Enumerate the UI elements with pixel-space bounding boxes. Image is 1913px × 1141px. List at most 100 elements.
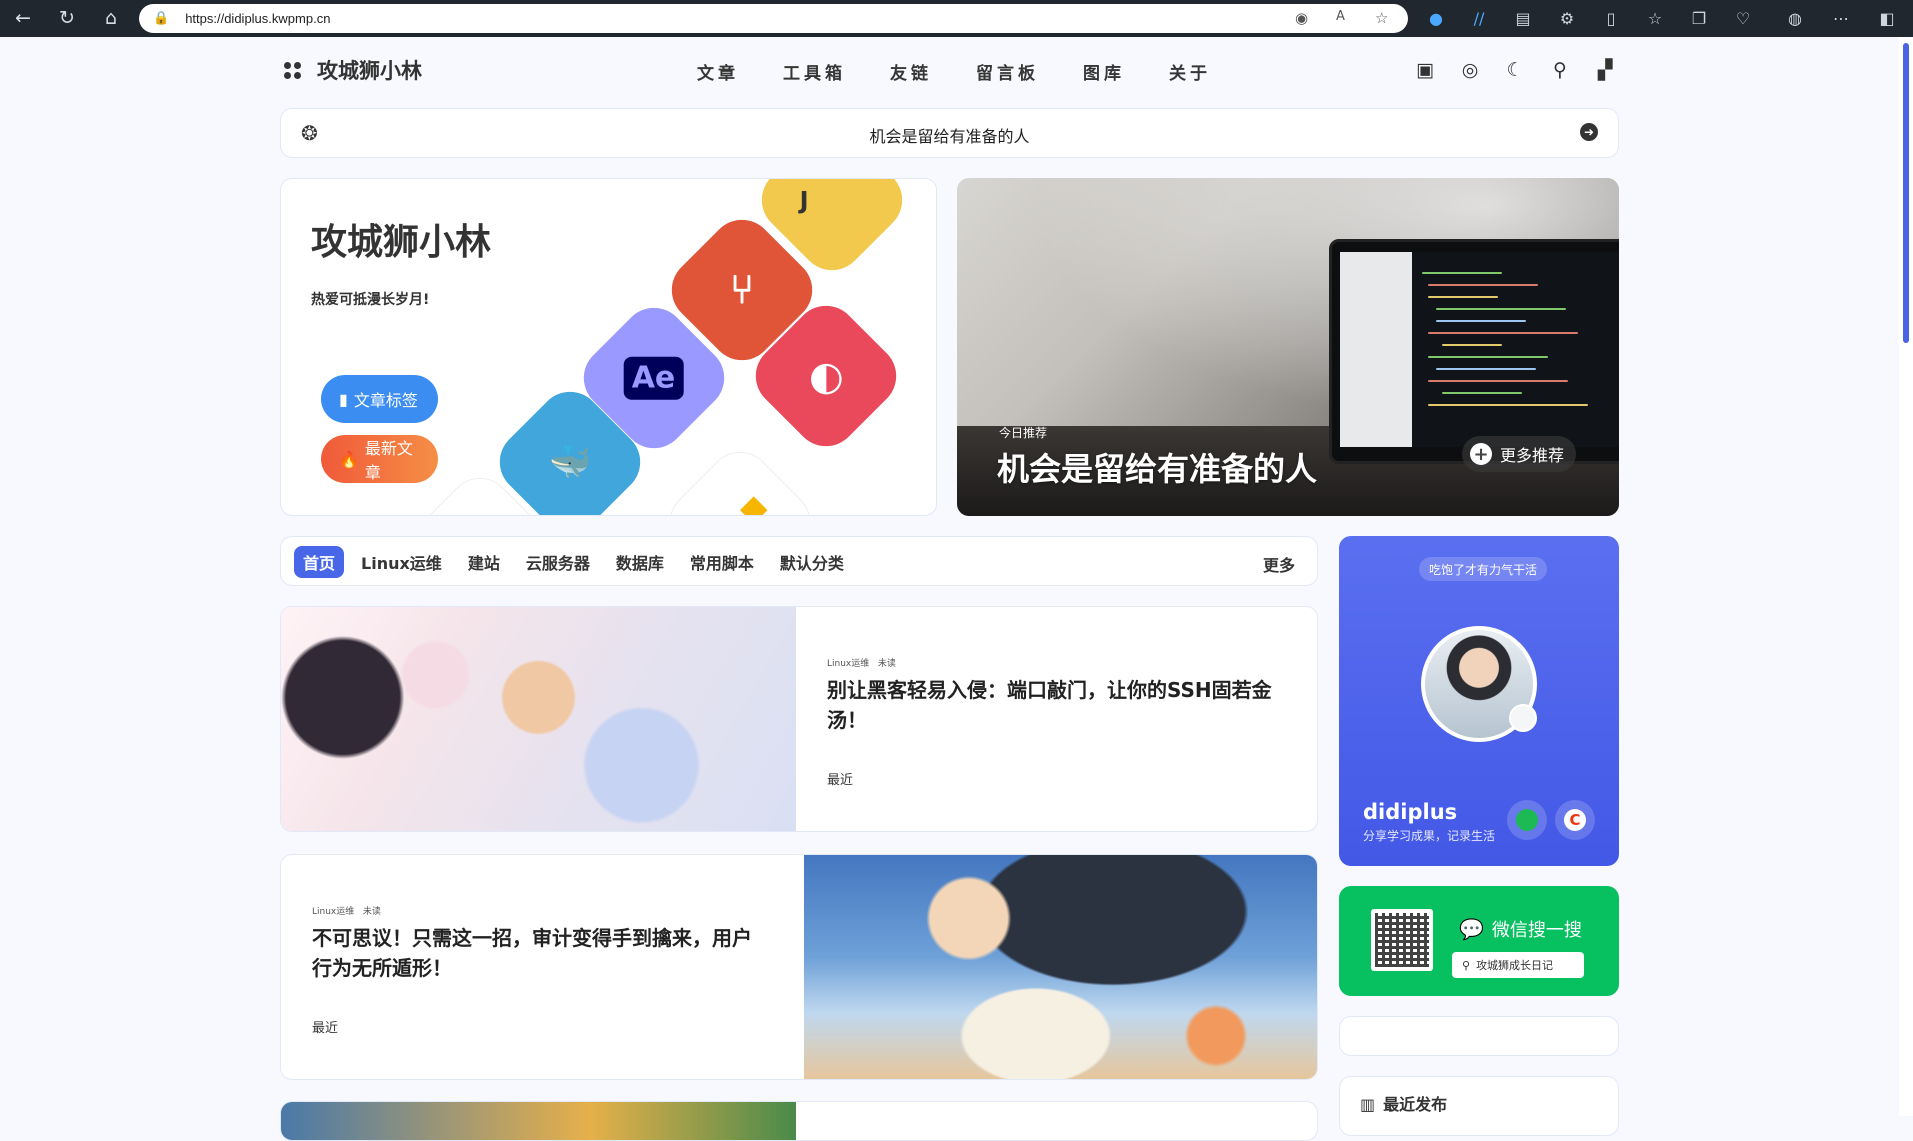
address-bar[interactable]: 🔒 https://didiplus.kwpmp.cn ◉ A ☆ — [139, 4, 1408, 33]
scrollbar-thumb[interactable] — [1903, 43, 1909, 343]
more-recommend-button[interactable]: + 更多推荐 — [1462, 436, 1577, 472]
avatar[interactable] — [1421, 626, 1537, 742]
qr-code-image — [1371, 909, 1433, 971]
split-screen-icon[interactable]: ▯ — [1596, 4, 1626, 33]
menu-item-links[interactable]: 友链 — [890, 59, 932, 84]
csdn-icon[interactable]: C — [1555, 800, 1595, 840]
announcement-text: 机会是留给有准备的人 — [869, 127, 1030, 146]
wechat-search-box[interactable]: ⚲ 攻城狮成长日记 — [1452, 952, 1584, 978]
home-icon[interactable]: ⌂ — [96, 3, 126, 33]
post-cover-image[interactable] — [281, 1102, 796, 1140]
hero-title: 攻城狮小林 — [311, 222, 492, 263]
latest-articles-button[interactable]: 🔥 最新文章 — [321, 435, 438, 483]
sidebar-toggle-icon[interactable]: ◧ — [1872, 4, 1902, 33]
fire-icon: 🔥 — [339, 449, 359, 469]
read-aloud-icon[interactable]: A — [1336, 9, 1345, 24]
post-card[interactable]: Linux运维 未读 不可思议！只需这一招，审计变得手到擒来，用户行为无所遁形！… — [280, 854, 1318, 1080]
menu-item-tools[interactable]: 工具箱 — [783, 59, 846, 84]
search-icon[interactable]: ⚲ — [1545, 57, 1575, 83]
rss-icon[interactable]: ◎ — [1455, 57, 1485, 83]
site-brand[interactable]: 攻城狮小林 — [284, 55, 422, 85]
profile-avatar-icon[interactable]: ◍ — [1780, 4, 1810, 33]
post-card-partial[interactable] — [280, 1101, 1318, 1141]
more-recommend-label: 更多推荐 — [1500, 446, 1565, 465]
extension2-icon[interactable]: // — [1464, 4, 1494, 33]
favorites-icon[interactable]: ☆ — [1640, 4, 1670, 33]
post-card[interactable]: Linux运维 未读 别让黑客轻易入侵：端口敲门，让你的SSH固若金汤！ 最近 — [280, 606, 1318, 832]
tab-linux-ops[interactable]: Linux运维 — [352, 546, 451, 578]
browser-toolbar: ← ↻ ⌂ 🔒 https://didiplus.kwpmp.cn ◉ A ☆ … — [0, 0, 1913, 37]
featured-post-card[interactable]: 今日推荐 机会是留给有准备的人 + 更多推荐 — [957, 178, 1619, 516]
article-tags-button[interactable]: ▮ 文章标签 — [321, 375, 438, 423]
tracking-icon[interactable]: ◉ — [1295, 9, 1308, 27]
tab-home[interactable]: 首页 — [294, 546, 345, 578]
menu-item-about[interactable]: 关于 — [1169, 59, 1211, 84]
post-meta: Linux运维 未读 — [827, 656, 896, 669]
post-title[interactable]: 别让黑客轻易入侵：端口敲门，让你的SSH固若金汤！ — [827, 675, 1277, 735]
featured-title[interactable]: 机会是留给有准备的人 — [997, 444, 1317, 490]
favorite-star-icon[interactable]: ☆ — [1375, 9, 1388, 27]
brand-name: 攻城狮小林 — [317, 59, 422, 83]
brand-logo-icon — [284, 61, 301, 79]
spotify-icon[interactable] — [1507, 800, 1547, 840]
category-bar: 首页 Linux运维 建站 云服务器 数据库 常用脚本 默认分类 更多 — [280, 536, 1318, 586]
url-text: https://didiplus.kwpmp.cn — [185, 11, 331, 26]
main-menu: 文章 工具箱 友链 留言板 图库 关于 — [697, 59, 1255, 84]
collections-icon[interactable]: ❐ — [1684, 4, 1714, 33]
author-name[interactable]: didiplus — [1363, 800, 1457, 824]
performance-icon[interactable]: ♡ — [1728, 4, 1758, 33]
recent-posts-title-text: 最近发布 — [1383, 1095, 1448, 1114]
author-motto: 分享学习成果，记录生活 — [1363, 829, 1496, 843]
refresh-icon[interactable]: ↻ — [52, 3, 82, 33]
plus-icon: + — [1470, 443, 1492, 465]
post-cover-image[interactable] — [804, 855, 1317, 1079]
announcement-bar[interactable]: ❂ 机会是留给有准备的人 ➜ — [280, 108, 1619, 158]
menu-item-articles[interactable]: 文章 — [697, 59, 739, 84]
tab-site-building[interactable]: 建站 — [459, 546, 509, 578]
lock-icon: 🔒 — [153, 11, 170, 26]
tab-cloud-server[interactable]: 云服务器 — [517, 546, 599, 578]
scrollbar[interactable] — [1899, 37, 1913, 1116]
menu-item-guestbook[interactable]: 留言板 — [976, 59, 1039, 84]
map-icon: ▥ — [1360, 1095, 1376, 1114]
status-dot — [1509, 704, 1537, 732]
categories-more-link[interactable]: 更多 — [1263, 552, 1295, 576]
wechat-search-card[interactable]: 💬 微信搜一搜 ⚲ 攻城狮成长日记 — [1339, 886, 1619, 996]
back-icon[interactable]: ← — [8, 3, 38, 33]
extension-icon[interactable]: ● — [1421, 4, 1451, 33]
author-badge: 吃饱了才有力气干活 — [1419, 557, 1548, 581]
web-page: 攻城狮小林 文章 工具箱 友链 留言板 图库 关于 ▣ ◎ ☾ ⚲ ▞ ❂ 机会… — [0, 37, 1913, 1141]
header-icons: ▣ ◎ ☾ ⚲ ▞ — [1410, 57, 1635, 83]
hero-intro-card: 攻城狮小林 热爱可抵漫长岁月! ▮ 文章标签 🔥 最新文章 ⑂ Ae 🐳 ◐ J ◆ — [280, 178, 937, 516]
tab-scripts[interactable]: 常用脚本 — [681, 546, 763, 578]
wechat-search-text: 攻城狮成长日记 — [1476, 959, 1554, 972]
menu-item-gallery[interactable]: 图库 — [1083, 59, 1125, 84]
featured-laptop-image — [1329, 239, 1619, 464]
wechat-icon: 💬 — [1459, 917, 1484, 941]
post-status: 未读 — [877, 659, 896, 669]
extensions-icon[interactable]: ⚙ — [1552, 4, 1582, 33]
random-post-icon[interactable]: ▣ — [1410, 57, 1440, 83]
arrow-right-icon[interactable]: ➜ — [1580, 123, 1598, 141]
post-title[interactable]: 不可思议！只需这一招，审计变得手到擒来，用户行为无所遁形！ — [312, 923, 762, 983]
empty-widget — [1339, 1016, 1619, 1056]
category-tabs: 首页 Linux运维 建站 云服务器 数据库 常用脚本 默认分类 — [294, 546, 861, 578]
site-header: 攻城狮小林 文章 工具箱 友链 留言板 图库 关于 ▣ ◎ ☾ ⚲ ▞ — [0, 37, 1899, 103]
post-category[interactable]: Linux运维 — [312, 907, 354, 917]
tab-default[interactable]: 默认分类 — [771, 546, 853, 578]
search-icon: ⚲ — [1462, 958, 1471, 972]
post-time: 最近 — [827, 773, 854, 788]
apps-grid-icon[interactable]: ▞ — [1590, 57, 1620, 83]
post-meta: Linux运维 未读 — [312, 904, 381, 917]
dark-mode-icon[interactable]: ☾ — [1500, 57, 1530, 83]
recent-posts-title: ▥ 最近发布 — [1360, 1091, 1447, 1115]
post-category[interactable]: Linux运维 — [827, 659, 869, 669]
article-tags-label: 文章标签 — [353, 391, 418, 410]
more-menu-icon[interactable]: ⋯ — [1826, 4, 1856, 33]
post-cover-image[interactable] — [281, 607, 796, 831]
wechat-title: 💬 微信搜一搜 — [1459, 916, 1582, 942]
latest-articles-label: 最新文章 — [364, 439, 413, 482]
author-card: 吃饱了才有力气干活 didiplus 分享学习成果，记录生活 C — [1339, 536, 1619, 866]
tab-database[interactable]: 数据库 — [607, 546, 673, 578]
extension3-icon[interactable]: ▤ — [1508, 4, 1538, 33]
